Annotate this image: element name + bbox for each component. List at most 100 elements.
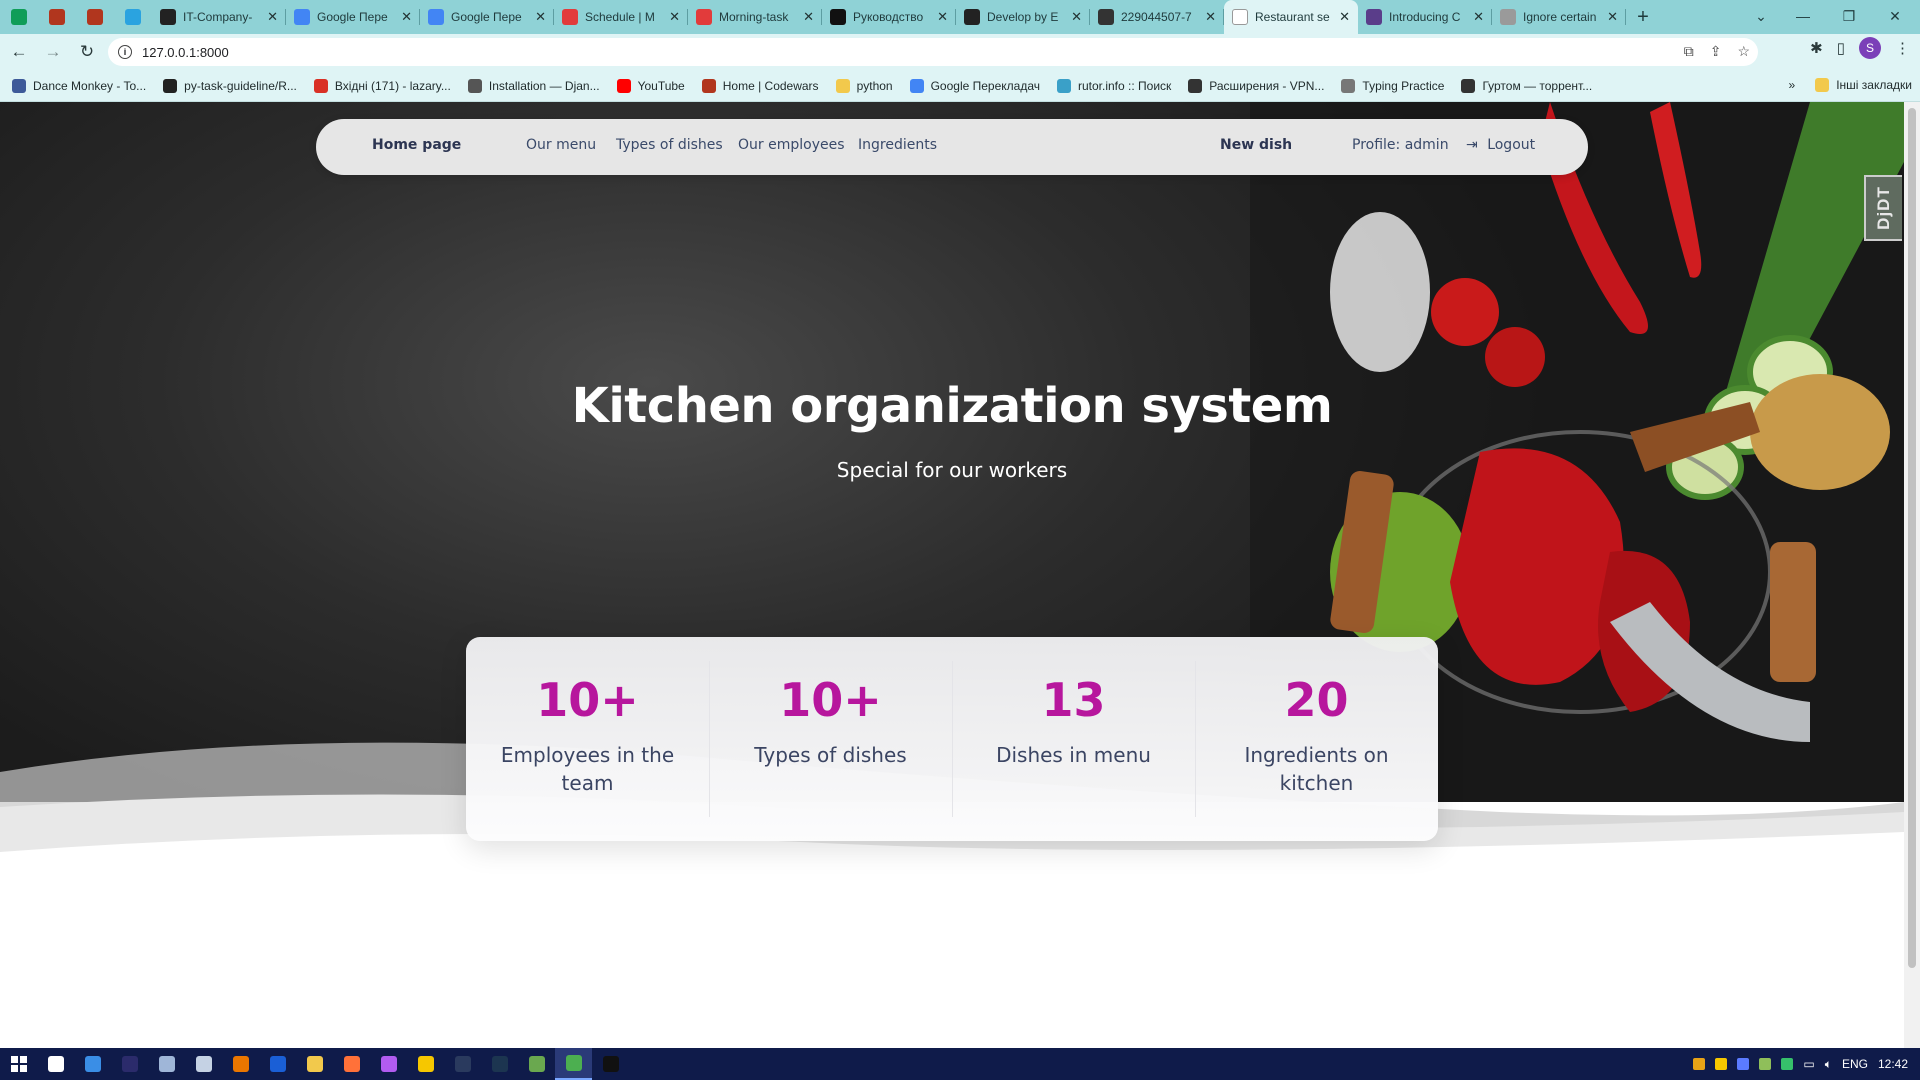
bookmark-item[interactable]: py-task-guideline/R...	[163, 78, 297, 93]
bookmark-item[interactable]: rutor.info :: Поиск	[1057, 78, 1171, 93]
tray-app-icon[interactable]	[1693, 1058, 1706, 1070]
volume-icon[interactable]: 🔈︎	[1825, 1057, 1832, 1072]
close-tab-icon[interactable]: ✕	[937, 9, 948, 25]
bookmark-item[interactable]: Typing Practice	[1341, 78, 1444, 93]
django-debug-toolbar-handle[interactable]: DjDT	[1864, 175, 1902, 241]
bookmark-item[interactable]: Installation — Djan...	[467, 78, 600, 93]
taskbar-app[interactable]	[37, 1048, 74, 1080]
tray-app-icon[interactable]	[1781, 1058, 1794, 1070]
browser-tab[interactable]: 229044507-7 ✕	[1090, 0, 1224, 34]
back-button[interactable]: ←	[4, 37, 34, 67]
bookmark-item[interactable]: Home | Codewars	[701, 78, 819, 93]
pycharm-icon	[602, 1056, 619, 1072]
browser-tab[interactable]: Google Пере ✕	[286, 0, 420, 34]
page-viewport: Kitchen organization system Special for …	[0, 102, 1904, 1048]
browser-tab[interactable]: Introducing C ✕	[1358, 0, 1492, 34]
taskbar-app[interactable]	[592, 1048, 629, 1080]
pinned-tab[interactable]	[38, 0, 76, 34]
taskbar-app[interactable]	[185, 1048, 222, 1080]
nav-dish-types-link[interactable]: Types of dishes	[616, 137, 723, 153]
taskbar-app[interactable]	[370, 1048, 407, 1080]
taskbar-app[interactable]	[296, 1048, 333, 1080]
tabs-dropdown-icon[interactable]: ⌄	[1738, 0, 1784, 32]
taskbar-app[interactable]	[407, 1048, 444, 1080]
language-indicator[interactable]: ENG	[1842, 1057, 1868, 1071]
taskbar-app[interactable]	[333, 1048, 370, 1080]
browser-tab[interactable]: Руководство ✕	[822, 0, 956, 34]
bookmark-item[interactable]: Вхідні (171) - lazary...	[313, 78, 451, 93]
address-bar[interactable]: i 127.0.0.1:8000 ⧉ ⇪ ☆	[108, 38, 1758, 66]
close-tab-icon[interactable]: ✕	[535, 9, 546, 25]
close-tab-icon[interactable]: ✕	[803, 9, 814, 25]
close-tab-icon[interactable]: ✕	[267, 9, 278, 25]
tray-app-icon[interactable]	[1737, 1058, 1750, 1070]
pinned-tab[interactable]	[114, 0, 152, 34]
share-icon[interactable]: ⇪	[1710, 43, 1722, 60]
nav-menu-link[interactable]: Our menu	[526, 137, 596, 153]
tab-title: Morning-task	[719, 10, 789, 24]
bookmark-item[interactable]: Google Перекладач	[909, 78, 1040, 93]
close-tab-icon[interactable]: ✕	[1607, 9, 1618, 25]
bookmark-item[interactable]: python	[835, 78, 893, 93]
tab-title: Introducing C	[1389, 10, 1461, 24]
maximize-button[interactable]: ❐	[1826, 0, 1872, 32]
taskbar-app[interactable]	[74, 1048, 111, 1080]
taskbar-app[interactable]	[259, 1048, 296, 1080]
page-scrollbar[interactable]	[1904, 102, 1920, 1048]
pinned-tab[interactable]	[76, 0, 114, 34]
side-panel-icon[interactable]: ▯	[1837, 39, 1845, 57]
close-tab-icon[interactable]: ✕	[1071, 9, 1082, 25]
browser-tab[interactable]: Schedule | M ✕	[554, 0, 688, 34]
folder-icon	[835, 78, 850, 93]
bookmark-item[interactable]: Расширения - VPN...	[1188, 78, 1324, 93]
nav-profile-link[interactable]: Profile: admin	[1352, 137, 1449, 153]
bookmark-item[interactable]: YouTube	[616, 78, 685, 93]
translate-icon[interactable]: ⧉	[1684, 43, 1694, 60]
site-info-icon[interactable]: i	[118, 45, 132, 59]
scrollbar-thumb[interactable]	[1908, 108, 1916, 968]
browser-tab[interactable]: Develop by E ✕	[956, 0, 1090, 34]
close-tab-icon[interactable]: ✕	[1339, 9, 1350, 25]
nav-home-link[interactable]: Home page	[372, 137, 461, 153]
browser-tab[interactable]: Ignore certain ✕	[1492, 0, 1626, 34]
minimize-button[interactable]: —	[1780, 0, 1826, 32]
taskbar-app[interactable]	[518, 1048, 555, 1080]
close-window-button[interactable]: ✕	[1872, 0, 1918, 32]
tray-app-icon[interactable]	[1759, 1058, 1772, 1070]
taskbar-app[interactable]	[222, 1048, 259, 1080]
browser-tab[interactable]: Morning-task ✕	[688, 0, 822, 34]
forward-button[interactable]: →	[38, 37, 68, 67]
menu-kebab-icon[interactable]: ⋮	[1895, 39, 1910, 57]
pinned-tab[interactable]	[0, 0, 38, 34]
nav-ingredients-link[interactable]: Ingredients	[858, 137, 937, 153]
browser-tab[interactable]: Google Пере ✕	[420, 0, 554, 34]
taskbar-app[interactable]	[148, 1048, 185, 1080]
close-tab-icon[interactable]: ✕	[669, 9, 680, 25]
explorer-icon	[306, 1056, 323, 1072]
bookmark-item[interactable]: Гуртом — торрент...	[1461, 78, 1592, 93]
bookmark-item[interactable]: Dance Monkey - To...	[12, 78, 146, 93]
nav-employees-link[interactable]: Our employees	[738, 137, 845, 153]
taskbar-app[interactable]	[481, 1048, 518, 1080]
new-tab-button[interactable]: +	[1626, 0, 1660, 34]
taskbar-app[interactable]	[555, 1048, 592, 1080]
browser-tab-active[interactable]: Restaurant se ✕	[1224, 0, 1358, 34]
close-tab-icon[interactable]: ✕	[401, 9, 412, 25]
taskbar-app[interactable]	[111, 1048, 148, 1080]
nav-logout-link[interactable]: ⇥ Logout	[1466, 137, 1535, 153]
browser-tab[interactable]: IT-Company- ✕	[152, 0, 286, 34]
other-bookmarks-folder[interactable]: Інші закладки	[1815, 78, 1912, 92]
extensions-icon[interactable]: ✱	[1810, 39, 1823, 57]
close-tab-icon[interactable]: ✕	[1473, 9, 1484, 25]
nav-new-dish-link[interactable]: New dish	[1220, 137, 1292, 153]
network-icon[interactable]: ▭	[1803, 1057, 1814, 1071]
reload-button[interactable]: ↻	[72, 37, 102, 67]
clock[interactable]: 12:42	[1878, 1057, 1908, 1071]
tray-app-icon[interactable]	[1715, 1058, 1728, 1070]
profile-avatar[interactable]: S	[1859, 37, 1881, 59]
start-windows-icon[interactable]	[0, 1048, 37, 1080]
close-tab-icon[interactable]: ✕	[1205, 9, 1216, 25]
taskbar-app[interactable]	[444, 1048, 481, 1080]
bookmark-star-icon[interactable]: ☆	[1737, 43, 1750, 60]
more-bookmarks-icon[interactable]: »	[1789, 78, 1796, 92]
